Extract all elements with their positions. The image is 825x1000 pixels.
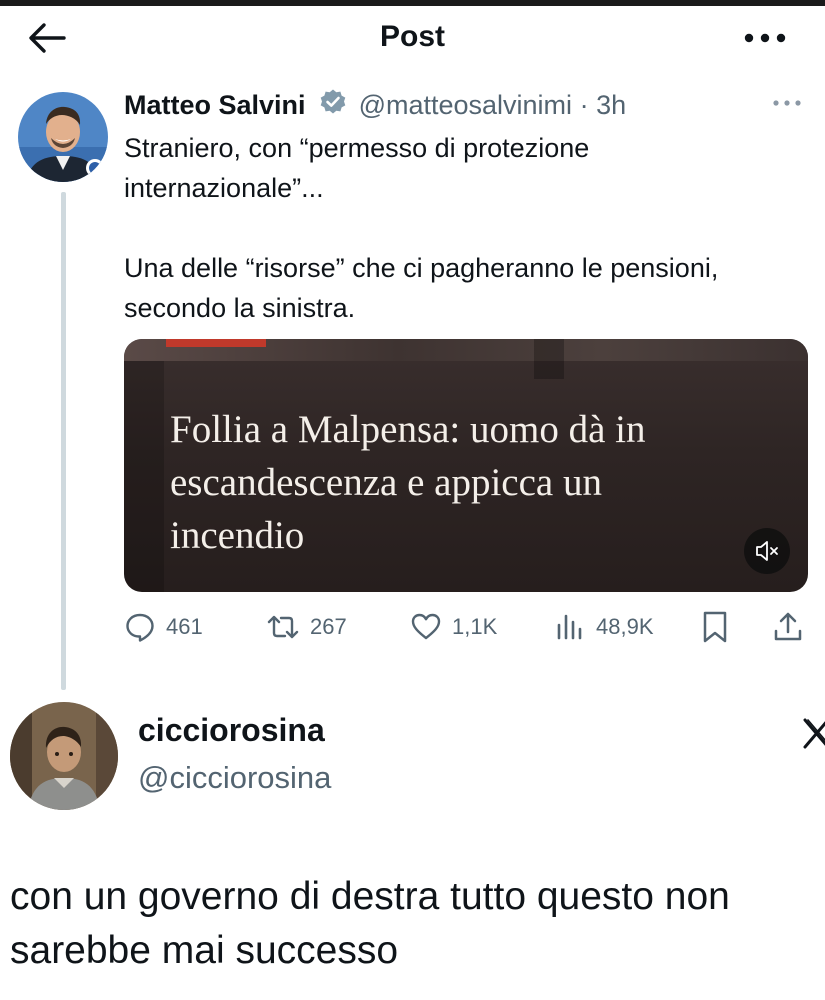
more-options-button[interactable] [741, 20, 789, 56]
tweet-header: Matteo Salvini @matteosalvinimi · 3h [124, 88, 626, 124]
reply-author-handle[interactable]: @cicciorosina [138, 760, 331, 796]
views-chart-icon [557, 614, 582, 640]
video-headline: Follia a Malpensa: uomo dà in escandesce… [170, 403, 790, 562]
reply-text-line: sarebbe mai successo [10, 929, 399, 972]
author-handle[interactable]: @matteosalvinimi [359, 90, 572, 120]
meta-separator: · [579, 90, 589, 120]
bookmark-icon [703, 611, 727, 643]
video-headline-line: incendio [170, 514, 305, 557]
reply-button[interactable]: 461 [124, 608, 203, 646]
speaker-muted-icon [756, 541, 778, 561]
reply-author-avatar[interactable] [10, 702, 118, 810]
tweet-text-line: secondo la sinistra. [124, 293, 356, 323]
reply-author-name[interactable]: cicciorosina [138, 712, 325, 749]
tweet-actions: 461 267 1,1K 48,9K [124, 608, 814, 648]
repost-button[interactable]: 267 [266, 608, 347, 646]
mute-button[interactable] [744, 528, 790, 574]
avatar-portrait-image [18, 92, 108, 182]
like-count: 1,1K [452, 614, 498, 639]
share-icon [774, 612, 802, 641]
reply-count: 461 [166, 614, 203, 639]
author-name[interactable]: Matteo Salvini [124, 90, 306, 120]
tweet-text-line: Straniero, con “permesso di protezione [124, 133, 590, 163]
reply-icon [126, 613, 154, 642]
heart-icon [411, 613, 441, 640]
avatar-portrait-image [10, 702, 118, 810]
page-title: Post [379, 20, 445, 53]
verified-badge-icon [319, 88, 347, 123]
more-horizontal-icon [744, 33, 786, 43]
tweet-text-line: Una delle “risorse” che ci pagheranno le… [124, 253, 719, 283]
thread-connector-line [61, 192, 66, 690]
video-accent-bar [166, 339, 266, 347]
video-headline-line: Follia a Malpensa: uomo dà in [170, 408, 646, 451]
author-avatar[interactable] [18, 92, 108, 182]
reply-text: con un governo di destra tutto questo no… [10, 870, 810, 978]
tweet-video[interactable]: Follia a Malpensa: uomo dà in escandesce… [124, 339, 808, 592]
more-horizontal-icon [773, 100, 801, 106]
tweet-text: Straniero, con “permesso di protezione i… [124, 128, 814, 328]
reply-text-line: con un governo di destra tutto questo no… [10, 875, 730, 918]
bookmark-button[interactable] [700, 608, 740, 646]
views-button[interactable]: 48,9K [554, 608, 654, 646]
views-count: 48,9K [596, 614, 654, 639]
tweet-time[interactable]: 3h [596, 90, 626, 120]
share-button[interactable] [772, 608, 814, 646]
post-header: Post [0, 6, 825, 72]
like-button[interactable]: 1,1K [410, 608, 497, 646]
repost-icon [267, 615, 299, 639]
video-headline-line: escandescenza e appicca un [170, 461, 602, 504]
video-shadow [534, 339, 564, 379]
tweet-more-button[interactable] [771, 95, 803, 111]
x-logo-icon [802, 716, 825, 750]
repost-count: 267 [310, 614, 347, 639]
video-shadow [124, 361, 164, 592]
tweet-text-line: internazionale”... [124, 173, 324, 203]
